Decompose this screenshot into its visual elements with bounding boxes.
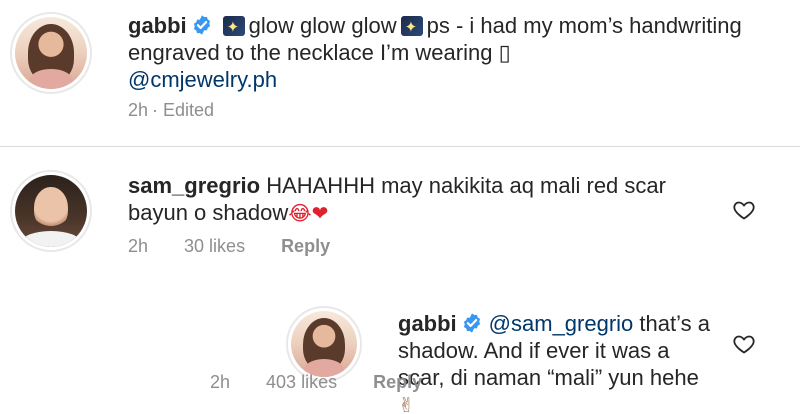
caption-text-part-1: glow glow glow	[248, 13, 397, 38]
comment-meta: 2h 30 likes Reply	[128, 236, 366, 257]
caption-mention-link[interactable]: @cmjewelry.ph	[128, 67, 277, 92]
caption-text: gabbi glow glow glowps - i had my mom’s h…	[128, 12, 768, 93]
heart-icon[interactable]	[732, 332, 756, 356]
reply-username[interactable]: gabbi	[398, 311, 457, 336]
caption-username[interactable]: gabbi	[128, 13, 187, 38]
comment-reply-button[interactable]: Reply	[281, 236, 330, 256]
missing-glyph: ▯	[498, 40, 511, 65]
comment-username[interactable]: sam_gregrio	[128, 173, 260, 198]
verified-badge-icon	[193, 15, 210, 35]
sparkle-icon	[400, 14, 423, 41]
verified-badge-icon	[463, 313, 480, 333]
caption-text-part-2: ps - i had my mom’s handwriting engraved…	[128, 13, 742, 65]
laugh-heart-emoji: 😂❤	[288, 201, 329, 225]
gabbi-avatar[interactable]	[286, 306, 362, 382]
heart-icon[interactable]	[732, 198, 756, 222]
reply-mention-link[interactable]: @sam_gregrio	[489, 311, 634, 336]
reply-time: 2h	[210, 372, 231, 392]
divider	[0, 146, 800, 147]
caption-edited: · Edited	[152, 100, 215, 120]
avatar-photo	[291, 311, 357, 377]
comment-text: sam_gregrio HAHAHHH may nakikita aq mali…	[128, 172, 708, 227]
comment-time: 2h	[128, 236, 149, 256]
reply-meta: 2h 403 likes Reply	[210, 372, 458, 393]
sparkle-icon	[222, 14, 245, 41]
avatar-photo	[15, 17, 87, 89]
reply-reply-button[interactable]: Reply	[373, 372, 422, 392]
reply-likes[interactable]: 403 likes	[266, 372, 337, 392]
avatar-photo	[15, 175, 87, 247]
victory-hand-emoji: ✌	[398, 393, 415, 414]
comment-likes[interactable]: 30 likes	[184, 236, 245, 256]
sam-gregrio-avatar[interactable]	[10, 170, 92, 252]
caption-meta: 2h · Edited	[128, 100, 250, 121]
caption-time: 2h	[128, 100, 149, 120]
reply-text: gabbi @sam_gregrio that’s a shadow. And i…	[398, 310, 718, 414]
gabbi-avatar[interactable]	[10, 12, 92, 94]
